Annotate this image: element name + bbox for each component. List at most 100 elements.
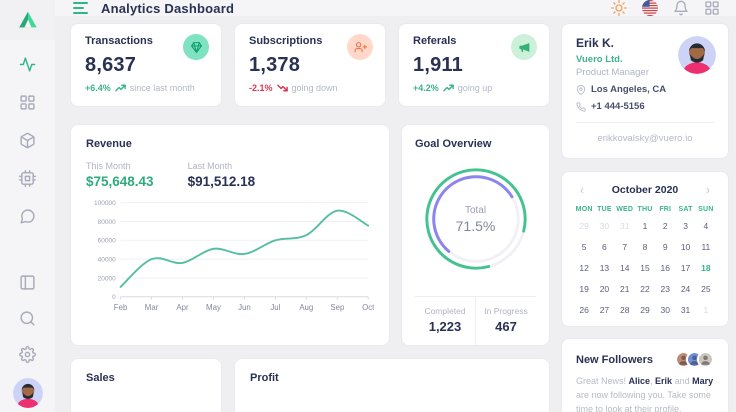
gear-icon bbox=[19, 346, 36, 363]
calendar-day[interactable]: 8 bbox=[635, 239, 655, 255]
calendar-day[interactable]: 23 bbox=[655, 281, 675, 297]
goal-in-progress-value: 467 bbox=[476, 319, 536, 334]
calendar-day[interactable]: 3 bbox=[675, 218, 695, 234]
menu-toggle-button[interactable] bbox=[72, 1, 89, 15]
sidebar-item-messages[interactable] bbox=[10, 198, 46, 234]
calendar-day[interactable]: 27 bbox=[594, 302, 614, 318]
calendar-month-label: October 2020 bbox=[612, 184, 679, 196]
calendar-day[interactable]: 31 bbox=[615, 218, 635, 234]
calendar-day[interactable]: 26 bbox=[574, 302, 594, 318]
chat-icon bbox=[19, 208, 36, 225]
vuero-triangle-logo-icon bbox=[17, 9, 39, 31]
profile-email: erikkovalsky@vuero.io bbox=[576, 123, 714, 146]
calendar-day[interactable]: 29 bbox=[635, 302, 655, 318]
notifications-button[interactable] bbox=[673, 0, 689, 16]
stat-delta: -2.1% bbox=[249, 83, 273, 93]
calendar-day[interactable]: 11 bbox=[696, 239, 716, 255]
grid-icon bbox=[19, 94, 36, 111]
app-logo[interactable] bbox=[0, 0, 55, 40]
calendar-day[interactable]: 5 bbox=[574, 239, 594, 255]
sidebar-user-avatar[interactable] bbox=[13, 378, 43, 408]
calendar-day[interactable]: 31 bbox=[675, 302, 695, 318]
calendar-day[interactable]: 4 bbox=[696, 218, 716, 234]
stat-card-referals: Referals1,911+4.2%going up bbox=[398, 23, 550, 107]
calendar-day[interactable]: 30 bbox=[594, 218, 614, 234]
calendar-day[interactable]: 12 bbox=[574, 260, 594, 276]
calendar-day-selected[interactable]: 18 bbox=[696, 260, 716, 276]
sidebar-item-search[interactable] bbox=[10, 300, 46, 336]
calendar-day[interactable]: 7 bbox=[615, 239, 635, 255]
sidebar-item-components[interactable] bbox=[10, 122, 46, 158]
profit-card: Profit bbox=[234, 358, 550, 412]
calendar-day[interactable]: 9 bbox=[655, 239, 675, 255]
svg-text:Apr: Apr bbox=[176, 303, 189, 312]
sidebar-item-settings[interactable] bbox=[10, 336, 46, 372]
follower-name[interactable]: Erik bbox=[655, 376, 672, 386]
calendar-day[interactable]: 2 bbox=[655, 218, 675, 234]
calendar-day[interactable]: 21 bbox=[615, 281, 635, 297]
user-avatar-illustration bbox=[13, 378, 43, 408]
svg-text:Jul: Jul bbox=[270, 303, 280, 312]
follower-name[interactable]: Mary bbox=[692, 376, 713, 386]
sidebar-item-panels[interactable] bbox=[10, 264, 46, 300]
trend-down-icon bbox=[277, 84, 288, 92]
revenue-last-month: Last Month $91,512.18 bbox=[188, 161, 256, 189]
calendar-prev-button[interactable]: ‹ bbox=[574, 183, 590, 197]
calendar-day[interactable]: 28 bbox=[615, 302, 635, 318]
sidebar-item-system[interactable] bbox=[10, 160, 46, 196]
calendar-day[interactable]: 1 bbox=[696, 302, 716, 318]
calendar-day[interactable]: 20 bbox=[594, 281, 614, 297]
follower-avatar[interactable] bbox=[697, 351, 714, 368]
calendar-day[interactable]: 29 bbox=[574, 218, 594, 234]
revenue-title: Revenue bbox=[86, 138, 374, 150]
sidebar-bottom-nav bbox=[10, 264, 46, 408]
map-pin-icon bbox=[576, 85, 586, 95]
svg-text:60000: 60000 bbox=[98, 238, 116, 245]
calendar-day[interactable]: 10 bbox=[675, 239, 695, 255]
calendar-day[interactable]: 24 bbox=[675, 281, 695, 297]
sidebar-item-dashboards[interactable] bbox=[10, 84, 46, 120]
calendar-day[interactable]: 13 bbox=[594, 260, 614, 276]
theme-toggle-button[interactable] bbox=[611, 0, 627, 16]
calendar-dayname: SAT bbox=[675, 206, 695, 213]
revenue-this-month: This Month $75,648.43 bbox=[86, 161, 154, 189]
dashboard-content: Transactions8,637+6.4%since last monthSu… bbox=[55, 16, 736, 412]
profile-card: Erik K. Vuero Ltd. Product Manager Los A… bbox=[561, 23, 729, 159]
svg-text:Jun: Jun bbox=[238, 303, 251, 312]
bell-icon bbox=[673, 0, 689, 16]
profile-avatar[interactable] bbox=[678, 36, 716, 74]
calendar-day[interactable]: 14 bbox=[615, 260, 635, 276]
sun-icon bbox=[611, 0, 627, 16]
calendar-day[interactable]: 30 bbox=[655, 302, 675, 318]
calendar-day[interactable]: 19 bbox=[574, 281, 594, 297]
goal-title: Goal Overview bbox=[415, 138, 536, 150]
calendar-day[interactable]: 6 bbox=[594, 239, 614, 255]
calendar-day[interactable]: 17 bbox=[675, 260, 695, 276]
calendar-dayname: MON bbox=[574, 206, 594, 213]
calendar-day[interactable]: 22 bbox=[635, 281, 655, 297]
calendar-day[interactable]: 25 bbox=[696, 281, 716, 297]
sidebar-item-activity[interactable] bbox=[10, 46, 46, 82]
svg-text:Sep: Sep bbox=[330, 303, 345, 312]
sales-title: Sales bbox=[86, 372, 206, 384]
calendar-dayname: FRI bbox=[655, 206, 675, 213]
calendar-next-button[interactable]: › bbox=[700, 183, 716, 197]
stat-note: since last month bbox=[130, 83, 195, 93]
language-flag-button[interactable] bbox=[642, 0, 658, 16]
calendar-card: ‹ October 2020 › MONTUEWEDTHUFRISATSUN29… bbox=[561, 171, 729, 327]
svg-text:80000: 80000 bbox=[98, 219, 116, 226]
stat-note: going up bbox=[458, 83, 493, 93]
calendar-dayname: WED bbox=[615, 206, 635, 213]
revenue-line-chart: 020000400006000080000100000FebMarAprMayJ… bbox=[86, 195, 374, 316]
goal-center-value: 71.5% bbox=[456, 218, 496, 234]
svg-text:Aug: Aug bbox=[299, 303, 313, 312]
stat-delta: +4.2% bbox=[413, 83, 439, 93]
calendar-day[interactable]: 1 bbox=[635, 218, 655, 234]
follower-name[interactable]: Alice bbox=[629, 376, 651, 386]
trend-up-icon bbox=[115, 84, 126, 92]
apps-menu-button[interactable] bbox=[704, 0, 720, 16]
followers-avatars bbox=[675, 351, 714, 368]
calendar-day[interactable]: 16 bbox=[655, 260, 675, 276]
calendar-day[interactable]: 15 bbox=[635, 260, 655, 276]
calendar-dayname: THU bbox=[635, 206, 655, 213]
